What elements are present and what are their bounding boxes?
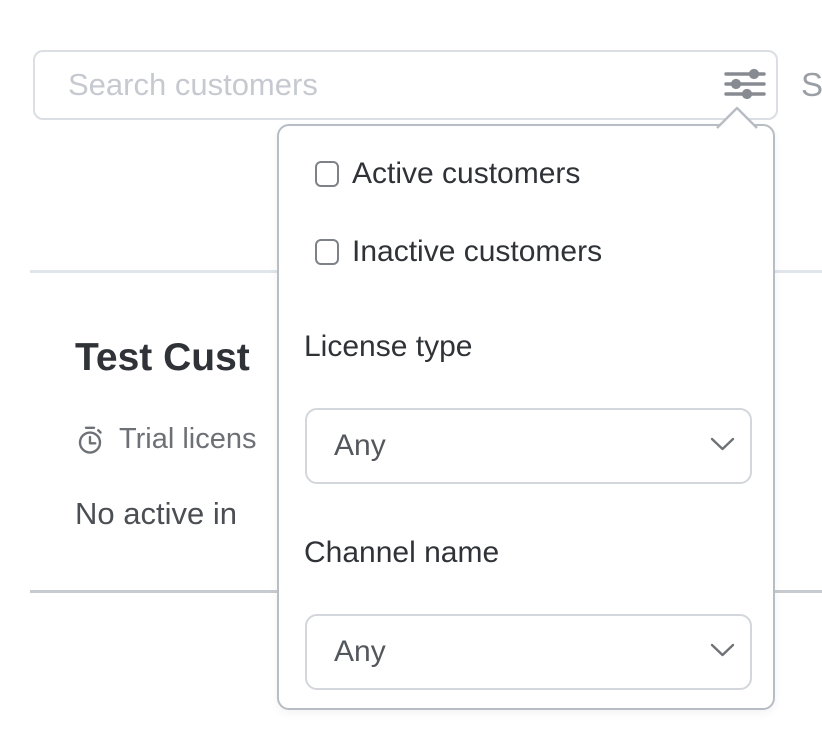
chevron-down-icon xyxy=(709,641,736,664)
inactive-customers-label: Inactive customers xyxy=(352,235,602,269)
channel-name-select[interactable]: Any xyxy=(305,614,752,690)
license-type-select[interactable]: Any xyxy=(305,408,752,484)
sliders-icon xyxy=(723,67,767,104)
inactive-customers-checkbox[interactable] xyxy=(315,239,339,265)
filter-popover: Active customers Inactive customers Lice… xyxy=(277,124,775,710)
chevron-down-icon xyxy=(709,435,736,458)
active-customers-checkbox[interactable] xyxy=(315,161,339,187)
license-type-value: Any xyxy=(334,429,709,463)
truncated-right-text: S xyxy=(801,66,822,104)
search-input[interactable] xyxy=(35,52,714,118)
active-customers-option[interactable]: Active customers xyxy=(315,157,580,191)
inactive-customers-option[interactable]: Inactive customers xyxy=(315,235,602,269)
license-row: Trial licens xyxy=(76,423,257,456)
popover-caret-icon xyxy=(715,105,759,129)
timer-icon xyxy=(76,425,106,455)
customer-search-box xyxy=(33,50,778,120)
channel-name-value: Any xyxy=(334,635,709,669)
customer-status-text: No active in xyxy=(75,496,237,532)
channel-name-label: Channel name xyxy=(304,536,499,570)
license-type-label: License type xyxy=(304,330,472,364)
active-customers-label: Active customers xyxy=(352,157,580,191)
license-text: Trial licens xyxy=(119,423,257,456)
customer-title: Test Cust xyxy=(75,336,250,380)
